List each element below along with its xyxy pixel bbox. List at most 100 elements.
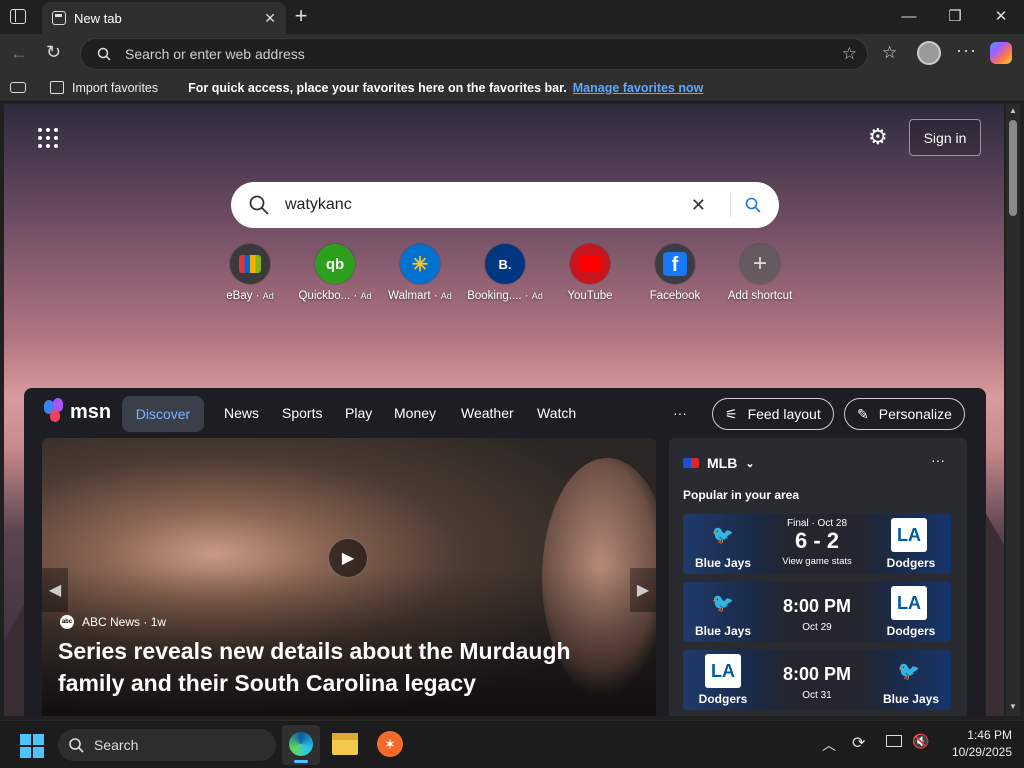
close-window-button[interactable]: ✕ — [989, 6, 1013, 28]
abc-news-logo-icon: abc — [60, 615, 74, 629]
scroll-up-icon[interactable]: ▲ — [1009, 106, 1017, 115]
scrollbar-thumb[interactable] — [1009, 120, 1017, 216]
tab-money[interactable]: Money — [394, 405, 436, 421]
search-input[interactable]: watykanc — [285, 196, 691, 214]
away-team: Dodgers — [886, 556, 936, 570]
booking-icon: B. — [485, 244, 525, 284]
shortcut-youtube[interactable]: YouTube — [547, 244, 633, 302]
web-search-box[interactable]: watykanc ✕ — [231, 182, 779, 228]
network-icon[interactable] — [886, 735, 902, 747]
story-age: 1w — [150, 615, 167, 629]
collections-icon[interactable] — [10, 82, 26, 93]
tab-new-tab[interactable]: New tab ✕ — [42, 2, 286, 34]
tab-news[interactable]: News — [224, 405, 259, 421]
sync-status-icon[interactable]: ⟳ — [852, 733, 865, 753]
edge-icon — [289, 732, 313, 756]
ad-badge: Ad — [360, 291, 372, 301]
sign-in-button[interactable]: Sign in — [909, 119, 981, 156]
msn-logo-icon — [44, 398, 68, 424]
windows-start-icon[interactable] — [20, 734, 44, 758]
dodgers-logo-icon: LA — [705, 654, 741, 688]
close-tab-icon[interactable]: ✕ — [264, 10, 276, 27]
shortcut-add[interactable]: + Add shortcut — [717, 244, 803, 302]
shortcut-walmart[interactable]: ✳ Walmart · Ad — [377, 244, 463, 302]
profile-avatar[interactable] — [917, 41, 941, 65]
toolbar: ← ↻ Search or enter web address ☆ ☆ ··· — [0, 34, 1024, 74]
play-video-icon[interactable]: ▶ — [328, 538, 368, 578]
ad-badge: Ad — [440, 291, 452, 301]
new-tab-button[interactable]: + — [290, 4, 312, 28]
settings-gear-icon[interactable]: ⚙ — [868, 124, 888, 150]
shortcut-label: YouTube — [567, 290, 613, 302]
apps-grid-icon[interactable] — [38, 128, 58, 148]
copilot-icon[interactable] — [990, 42, 1012, 64]
game-row[interactable]: 🐦 LA Blue Jays Dodgers 8:00 PM Oct 29 — [683, 582, 951, 642]
show-hidden-icons-chevron[interactable]: ︿ — [822, 735, 836, 755]
feed-layout-button[interactable]: ⚟ Feed layout — [712, 398, 834, 430]
shortcut-booking[interactable]: B. Booking.... · Ad — [462, 244, 548, 302]
shortcut-quickbooks[interactable]: qb Quickbo... · Ad — [292, 244, 378, 302]
tab-watch[interactable]: Watch — [537, 405, 576, 421]
mlb-title: MLB — [707, 455, 738, 471]
tab-weather[interactable]: Weather — [461, 405, 514, 421]
clock-date: 10/29/2025 — [951, 745, 1012, 759]
import-favorites-icon — [50, 81, 64, 94]
app-icon[interactable]: ✶ — [377, 731, 403, 757]
minimize-button[interactable]: — — [897, 6, 921, 28]
clock[interactable]: 1:46 PM 10/29/2025 — [936, 728, 1012, 759]
taskbar-edge-button[interactable] — [282, 725, 320, 765]
address-bar[interactable]: Search or enter web address ☆ — [80, 38, 868, 70]
more-tabs-button[interactable]: ··· — [673, 405, 687, 421]
refresh-button[interactable]: ↻ — [46, 42, 61, 63]
personalize-label: Personalize — [878, 406, 952, 422]
carousel-next-button[interactable]: ▶ — [630, 568, 656, 612]
source-name: ABC News — [82, 615, 141, 629]
facebook-icon: f — [655, 244, 695, 284]
more-menu-icon[interactable]: ··· — [956, 40, 977, 61]
game-date: Oct 29 — [802, 622, 832, 633]
clock-time: 1:46 PM — [967, 728, 1012, 742]
taskbar: Search ✶ ︿ ⟳ 🔇 1:46 PM 10/29/2025 — [0, 720, 1024, 768]
favorites-icon[interactable]: ☆ — [882, 43, 897, 63]
msn-brand: msn — [70, 401, 112, 423]
bing-search-icon[interactable] — [745, 197, 761, 213]
game-stats-link[interactable]: View game stats — [767, 556, 867, 567]
tab-actions-icon[interactable] — [10, 9, 26, 24]
ad-badge: Ad — [531, 291, 543, 301]
personalize-button[interactable]: ✎ Personalize — [844, 398, 965, 430]
carousel-prev-button[interactable]: ◀ — [42, 568, 68, 612]
import-favorites-button[interactable]: Import favorites — [72, 81, 158, 95]
game-row[interactable]: LA 🐦 Dodgers Blue Jays 8:00 PM Oct 31 — [683, 650, 951, 710]
game-row[interactable]: 🐦 LA Blue Jays Dodgers Final · Oct 28 6 … — [683, 514, 951, 574]
file-explorer-icon[interactable] — [332, 733, 358, 755]
page-scrollbar[interactable]: ▲ ▼ — [1006, 104, 1020, 716]
game-date: Oct 31 — [802, 690, 832, 701]
back-button[interactable]: ← — [10, 43, 28, 64]
search-icon — [249, 195, 269, 215]
sparkle-pen-icon: ✎ — [857, 405, 869, 422]
shortcut-facebook[interactable]: f Facebook — [632, 244, 718, 302]
mlb-more-button[interactable]: ··· — [931, 452, 945, 468]
scroll-down-icon[interactable]: ▼ — [1009, 702, 1017, 711]
hero-story-card[interactable]: ▶ ◀ ▶ abc ABC News · 1w Series reveals n… — [42, 438, 656, 716]
shortcut-label: Walmart — [388, 290, 431, 302]
blue-jays-logo-icon: 🐦 — [711, 524, 735, 545]
search-icon — [97, 47, 111, 61]
shortcut-ebay[interactable]: eBay · Ad — [207, 244, 293, 302]
tab-sports[interactable]: Sports — [282, 405, 322, 421]
tab-play[interactable]: Play — [345, 405, 372, 421]
restore-button[interactable]: ❐ — [943, 6, 967, 28]
mlb-header[interactable]: MLB ⌄ — [683, 455, 755, 471]
game-score: 6 - 2 — [794, 528, 840, 553]
favorite-star-icon[interactable]: ☆ — [842, 44, 857, 64]
clear-search-icon[interactable]: ✕ — [691, 195, 706, 216]
manage-favorites-link[interactable]: Manage favorites now — [573, 81, 704, 95]
feed-layout-label: Feed layout — [747, 406, 821, 422]
taskbar-search[interactable]: Search — [58, 729, 276, 761]
volume-muted-icon[interactable]: 🔇 — [912, 733, 929, 750]
hero-headline[interactable]: Series reveals new details about the Mur… — [58, 635, 618, 699]
tab-discover[interactable]: Discover — [122, 396, 204, 432]
blue-jays-logo-icon: 🐦 — [897, 660, 921, 681]
add-icon: + — [740, 244, 780, 284]
sliders-icon: ⚟ — [725, 405, 738, 422]
